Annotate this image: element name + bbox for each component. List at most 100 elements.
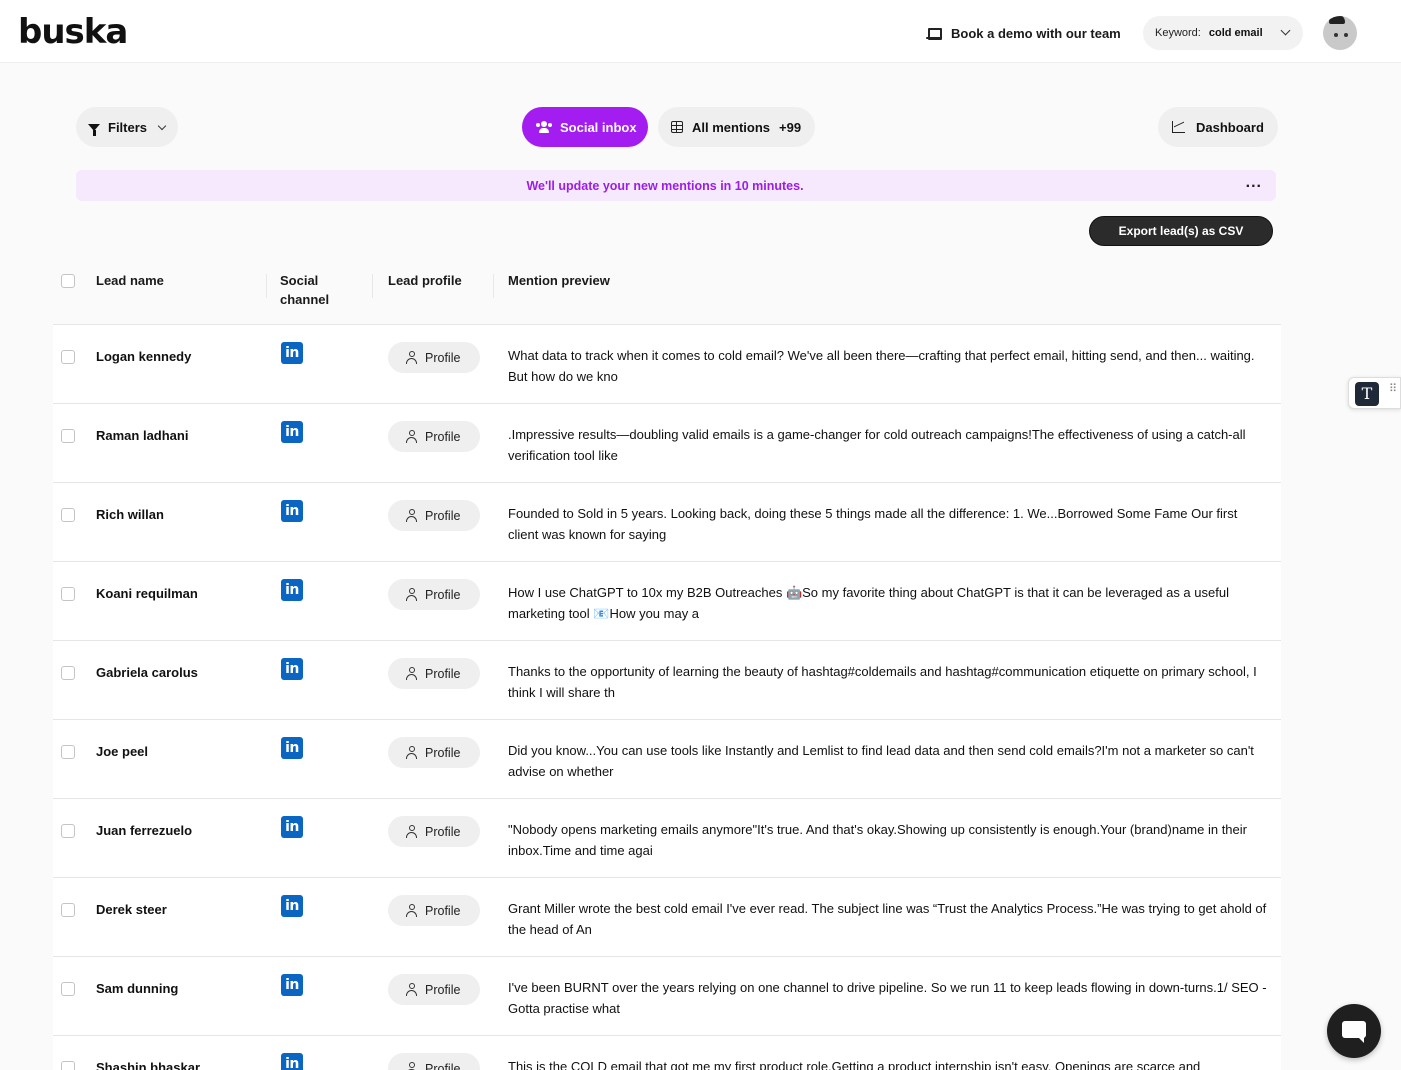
person-icon bbox=[406, 983, 417, 996]
social-inbox-label: Social inbox bbox=[560, 119, 637, 135]
linkedin-icon[interactable]: in bbox=[281, 895, 303, 917]
person-icon bbox=[406, 588, 417, 601]
row-checkbox[interactable] bbox=[61, 508, 75, 522]
banner-more-button[interactable]: ... bbox=[1246, 174, 1262, 192]
lead-name: Raman ladhani bbox=[96, 428, 189, 443]
mention-preview[interactable]: What data to track when it comes to cold… bbox=[508, 345, 1268, 387]
keyword-value: cold email bbox=[1208, 27, 1263, 39]
profile-button[interactable]: Profile bbox=[388, 500, 480, 531]
lead-name: Logan kennedy bbox=[96, 349, 192, 364]
keyword-select[interactable]: Keyword: cold email bbox=[1143, 16, 1303, 50]
table-row[interactable]: Shashin bhaskar in Profile This is the COLD… bbox=[53, 1036, 1281, 1070]
row-checkbox[interactable] bbox=[61, 903, 75, 917]
filters-button[interactable]: Filters bbox=[76, 107, 178, 147]
lead-name: Derek steer bbox=[96, 902, 167, 917]
row-checkbox[interactable] bbox=[61, 429, 75, 443]
profile-label: Profile bbox=[425, 429, 461, 444]
mention-preview[interactable]: Grant Miller wrote the best cold email I… bbox=[508, 898, 1268, 940]
mention-preview[interactable]: Did you know...You can use tools like In… bbox=[508, 740, 1268, 782]
lead-name: Juan ferrezuelo bbox=[96, 823, 193, 838]
linkedin-icon[interactable]: in bbox=[281, 500, 303, 522]
linkedin-icon[interactable]: in bbox=[281, 816, 303, 838]
chevron-down-icon bbox=[1280, 25, 1291, 36]
row-checkbox[interactable] bbox=[61, 745, 75, 759]
profile-label: Profile bbox=[425, 666, 461, 681]
drag-handle-icon[interactable]: ⠿ bbox=[1389, 384, 1397, 395]
chat-button[interactable] bbox=[1327, 1004, 1381, 1058]
buska-logo[interactable]: buska bbox=[18, 12, 128, 52]
users-icon bbox=[536, 121, 552, 133]
book-demo-label: Book a demo with our team bbox=[951, 25, 1121, 41]
linkedin-icon[interactable]: in bbox=[281, 974, 303, 996]
profile-label: Profile bbox=[425, 745, 461, 760]
row-checkbox[interactable] bbox=[61, 982, 75, 996]
dashboard-button[interactable]: Dashboard bbox=[1158, 107, 1278, 147]
laptop-icon bbox=[926, 27, 942, 40]
person-icon bbox=[406, 667, 417, 680]
mention-preview[interactable]: "Nobody opens marketing emails anymore"I… bbox=[508, 819, 1268, 861]
person-icon bbox=[406, 904, 417, 917]
profile-button[interactable]: Profile bbox=[388, 895, 480, 926]
profile-button[interactable]: Profile bbox=[388, 342, 480, 373]
table-row[interactable]: Derek steer in Profile Grant Miller wrote t… bbox=[53, 878, 1281, 957]
profile-button[interactable]: Profile bbox=[388, 658, 480, 689]
profile-button[interactable]: Profile bbox=[388, 737, 480, 768]
table-body: Logan kennedy in Profile What data to track… bbox=[53, 325, 1281, 1070]
table-row[interactable]: Logan kennedy in Profile What data to track… bbox=[53, 325, 1281, 404]
table-row[interactable]: Gabriela carolus in Profile Thanks to the o… bbox=[53, 641, 1281, 720]
linkedin-icon[interactable]: in bbox=[281, 1053, 303, 1070]
avatar-eye bbox=[1334, 33, 1338, 37]
lead-name: Gabriela carolus bbox=[96, 665, 198, 680]
table-row[interactable]: Sam dunning in Profile I've been BURNT over… bbox=[53, 957, 1281, 1036]
update-banner: We'll update your new mentions in 10 min… bbox=[76, 170, 1276, 201]
person-icon bbox=[406, 746, 417, 759]
row-checkbox[interactable] bbox=[61, 666, 75, 680]
table-row[interactable]: Rich willan in Profile Founded to Sold in 5… bbox=[53, 483, 1281, 562]
row-checkbox[interactable] bbox=[61, 824, 75, 838]
user-avatar[interactable] bbox=[1323, 16, 1357, 50]
profile-button[interactable]: Profile bbox=[388, 1053, 480, 1070]
mention-preview[interactable]: How I use ChatGPT to 10x my B2B Outreach… bbox=[508, 582, 1268, 624]
person-icon bbox=[406, 430, 417, 443]
table-row[interactable]: Juan ferrezuelo in Profile "Nobody opens ma… bbox=[53, 799, 1281, 878]
table-row[interactable]: Koani requilman in Profile How I use ChatGP… bbox=[53, 562, 1281, 641]
dashboard-label: Dashboard bbox=[1196, 119, 1264, 135]
book-demo-link[interactable]: Book a demo with our team bbox=[926, 24, 1121, 42]
profile-label: Profile bbox=[425, 587, 461, 602]
table-row[interactable]: Raman ladhani in Profile .Impressive result… bbox=[53, 404, 1281, 483]
row-checkbox[interactable] bbox=[61, 1061, 75, 1070]
header-social-channel: Social channel bbox=[280, 273, 330, 307]
mention-preview[interactable]: This is the COLD email that got me my fi… bbox=[508, 1056, 1268, 1070]
profile-label: Profile bbox=[425, 508, 461, 523]
avatar-hat bbox=[1329, 16, 1345, 24]
row-checkbox[interactable] bbox=[61, 587, 75, 601]
mention-preview[interactable]: .Impressive results—doubling valid email… bbox=[508, 424, 1268, 466]
person-icon bbox=[406, 351, 417, 364]
leads-table: Lead name Social channel Lead profile Me… bbox=[53, 262, 1281, 1070]
mention-preview[interactable]: Founded to Sold in 5 years. Looking back… bbox=[508, 503, 1268, 545]
tab-social-inbox[interactable]: Social inbox bbox=[522, 107, 648, 147]
table-header: Lead name Social channel Lead profile Me… bbox=[53, 262, 1281, 325]
mention-preview[interactable]: I've been BURNT over the years relying o… bbox=[508, 977, 1268, 1019]
linkedin-icon[interactable]: in bbox=[281, 342, 303, 364]
chat-bubble-icon bbox=[1342, 1021, 1366, 1043]
profile-button[interactable]: Profile bbox=[388, 974, 480, 1005]
profile-button[interactable]: Profile bbox=[388, 421, 480, 452]
person-icon bbox=[406, 1062, 417, 1070]
linkedin-icon[interactable]: in bbox=[281, 421, 303, 443]
profile-button[interactable]: Profile bbox=[388, 579, 480, 610]
text-tool-button[interactable]: T bbox=[1355, 382, 1379, 406]
row-checkbox[interactable] bbox=[61, 350, 75, 364]
linkedin-icon[interactable]: in bbox=[281, 579, 303, 601]
profile-label: Profile bbox=[425, 824, 461, 839]
profile-label: Profile bbox=[425, 350, 461, 365]
profile-button[interactable]: Profile bbox=[388, 816, 480, 847]
export-csv-button[interactable]: Export lead(s) as CSV bbox=[1089, 216, 1273, 246]
table-row[interactable]: Joe peel in Profile Did you know...You can … bbox=[53, 720, 1281, 799]
tab-all-mentions[interactable]: All mentions +99 bbox=[658, 107, 815, 147]
linkedin-icon[interactable]: in bbox=[281, 658, 303, 680]
table-icon bbox=[671, 121, 683, 133]
linkedin-icon[interactable]: in bbox=[281, 737, 303, 759]
mention-preview[interactable]: Thanks to the opportunity of learning th… bbox=[508, 661, 1268, 703]
select-all-checkbox[interactable] bbox=[61, 274, 75, 288]
